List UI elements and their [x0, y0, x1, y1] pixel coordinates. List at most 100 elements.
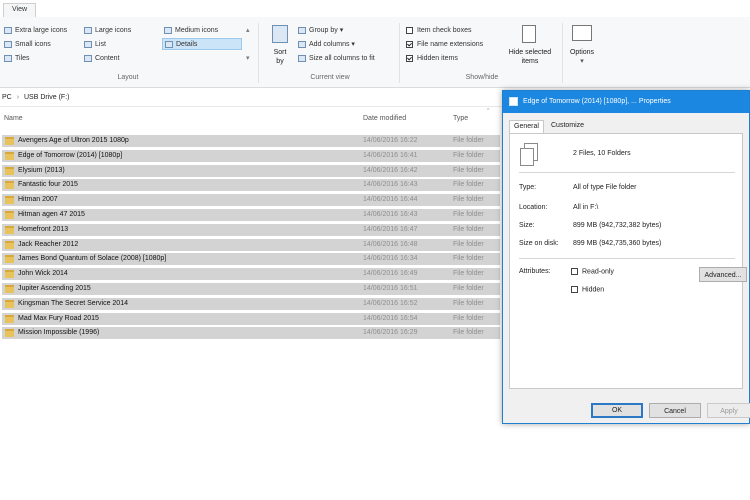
table-row[interactable]: Edge of Tomorrow (2014) [1080p] 14/06/201…: [2, 149, 500, 162]
folder-icon: [5, 137, 14, 145]
general-tab-panel: 2 Files, 10 Folders Type: All of type Fi…: [509, 133, 747, 389]
cancel-button[interactable]: Cancel: [649, 403, 701, 418]
table-row[interactable]: Hitman 2007 14/06/2016 16:44 File folder: [2, 194, 500, 207]
table-row[interactable]: James Bond Quantum of Solace (2008) [108…: [2, 253, 500, 266]
sort-by-icon: [272, 25, 288, 43]
layout-tiles[interactable]: Tiles: [4, 53, 30, 65]
row-type: File folder: [453, 211, 484, 218]
row-date-modified: 14/06/2016 16:48: [363, 240, 418, 248]
row-date-modified: 14/06/2016 16:43: [363, 211, 418, 218]
tab-customize[interactable]: Customize: [547, 120, 588, 132]
row-name: Homefront 2013: [18, 225, 69, 233]
dialog-title-bar[interactable]: Edge of Tomorrow (2014) [1080p], ... Pro…: [503, 91, 749, 113]
table-row[interactable]: Avengers Age of Ultron 2015 1080p 14/06/2…: [2, 135, 500, 147]
medium-icons-icon: [164, 26, 172, 34]
tiles-icon: [4, 54, 12, 62]
ribbon-tab-bar: View: [0, 0, 750, 19]
table-row[interactable]: John Wick 2014 14/06/2016 16:49 File folde…: [2, 268, 500, 281]
table-row[interactable]: Mission Impossible (1996) 14/06/2016 16:2…: [2, 327, 500, 340]
hidden-option[interactable]: Hidden: [571, 286, 604, 293]
table-row[interactable]: Mad Max Fury Road 2015 14/06/2016 16:54 Fi…: [2, 312, 500, 325]
group-label-show-hide: Show/hide: [465, 74, 499, 81]
item-check-boxes-toggle[interactable]: Item check boxes: [406, 25, 471, 37]
content-icon: [84, 54, 92, 62]
table-row[interactable]: Kingsman The Secret Service 2014 14/06/20…: [2, 297, 500, 310]
layout-expand-icon[interactable]: ▾: [246, 53, 250, 65]
apply-button[interactable]: Apply: [707, 403, 750, 418]
size-all-columns-button[interactable]: Size all columns to fit: [298, 53, 375, 65]
folder-icon: [5, 285, 14, 293]
hidden-items-checkbox[interactable]: [406, 54, 413, 62]
breadcrumb-pc[interactable]: PC: [2, 94, 12, 101]
ribbon: Extra large icons Large icons Medium ico…: [0, 17, 750, 88]
layout-scroll-up-icon[interactable]: ▴: [246, 25, 250, 37]
group-by-button[interactable]: Group by ▾: [298, 25, 343, 37]
folder-properties-icon: [509, 97, 518, 106]
hide-selected-icon: [522, 25, 536, 43]
row-name: Elysium (2013): [18, 166, 65, 174]
tab-general[interactable]: General: [509, 120, 544, 133]
layout-large-icons[interactable]: Large icons: [84, 25, 131, 37]
column-header-date-modified[interactable]: Date modified: [363, 115, 406, 122]
layout-details[interactable]: Details: [162, 38, 242, 50]
column-header-type[interactable]: Type: [453, 115, 468, 122]
row-date-modified: 14/06/2016 16:52: [363, 299, 418, 307]
row-date-modified: 14/06/2016 16:47: [363, 225, 418, 233]
hidden-items-toggle[interactable]: Hidden items: [406, 53, 458, 65]
row-type: File folder: [453, 225, 484, 233]
table-row[interactable]: Homefront 2013 14/06/2016 16:47 File folde…: [2, 223, 500, 236]
options-icon: [572, 25, 592, 41]
table-row[interactable]: Jupiter Ascending 2015 14/06/2016 16:51 Fi…: [2, 283, 500, 295]
table-row[interactable]: Jack Reacher 2012 14/06/2016 16:48 File fo…: [2, 238, 500, 251]
hide-selected-items-button[interactable]: Hide selected items: [503, 23, 557, 71]
ribbon-divider: [399, 23, 400, 83]
sort-by-button[interactable]: Sort by: [266, 23, 294, 71]
group-by-icon: [298, 26, 306, 34]
table-row[interactable]: Elysium (2013) 14/06/2016 16:42 File folde…: [2, 164, 500, 177]
row-date-modified: 14/06/2016 16:43: [363, 181, 418, 189]
location-value: All in F:\: [573, 204, 599, 211]
row-type: File folder: [453, 196, 484, 204]
layout-list[interactable]: List: [84, 39, 106, 51]
layout-small-icons[interactable]: Small icons: [4, 39, 51, 51]
folder-icon: [5, 211, 14, 219]
options-chevron-down-icon: ▾: [580, 58, 584, 65]
type-value: All of type File folder: [573, 184, 637, 191]
row-name: Hitman 2007: [18, 196, 58, 204]
column-header-name[interactable]: Name: [4, 115, 23, 122]
ribbon-divider: [562, 23, 563, 83]
read-only-checkbox[interactable]: [571, 268, 578, 275]
folder-icon: [5, 225, 14, 234]
size-value: 899 MB (942,732,382 bytes): [573, 222, 662, 229]
folder-icon: [5, 196, 14, 205]
layout-medium-icons[interactable]: Medium icons: [164, 25, 218, 37]
layout-extra-large-icons[interactable]: Extra large icons: [4, 25, 67, 37]
row-name: Edge of Tomorrow (2014) [1080p]: [18, 151, 123, 159]
ribbon-divider: [258, 23, 259, 83]
size-on-disk-label: Size on disk:: [519, 240, 559, 247]
layout-content[interactable]: Content: [84, 53, 120, 65]
folder-icon: [5, 329, 14, 338]
row-date-modified: 14/06/2016 16:22: [363, 137, 418, 144]
add-columns-button[interactable]: Add columns ▾: [298, 39, 355, 51]
options-button[interactable]: Options ▾: [565, 23, 599, 73]
read-only-option[interactable]: Read-only: [571, 268, 614, 275]
table-row[interactable]: Fantastic four 2015 14/06/2016 16:43 File …: [2, 179, 500, 192]
row-type: File folder: [453, 299, 484, 307]
row-date-modified: 14/06/2016 16:29: [363, 329, 418, 337]
file-name-extensions-toggle[interactable]: File name extensions: [406, 39, 483, 51]
sort-chevron-up-icon: ˆ: [487, 109, 490, 116]
item-check-boxes-checkbox[interactable]: [406, 26, 413, 34]
advanced-button[interactable]: Advanced...: [699, 267, 747, 282]
breadcrumb-usb-drive[interactable]: USB Drive (F:): [24, 94, 70, 101]
table-row[interactable]: Hitman agen 47 2015 14/06/2016 16:43 File …: [2, 209, 500, 221]
row-name: Avengers Age of Ultron 2015 1080p: [18, 137, 129, 144]
file-name-extensions-checkbox[interactable]: [406, 40, 413, 48]
breadcrumb: PC › USB Drive (F:): [2, 94, 69, 101]
hidden-checkbox[interactable]: [571, 286, 578, 293]
row-name: James Bond Quantum of Solace (2008) [108…: [18, 255, 167, 263]
ok-button[interactable]: OK: [591, 403, 643, 418]
group-label-layout: Layout: [117, 74, 139, 81]
row-date-modified: 14/06/2016 16:42: [363, 166, 418, 174]
row-type: File folder: [453, 285, 484, 292]
